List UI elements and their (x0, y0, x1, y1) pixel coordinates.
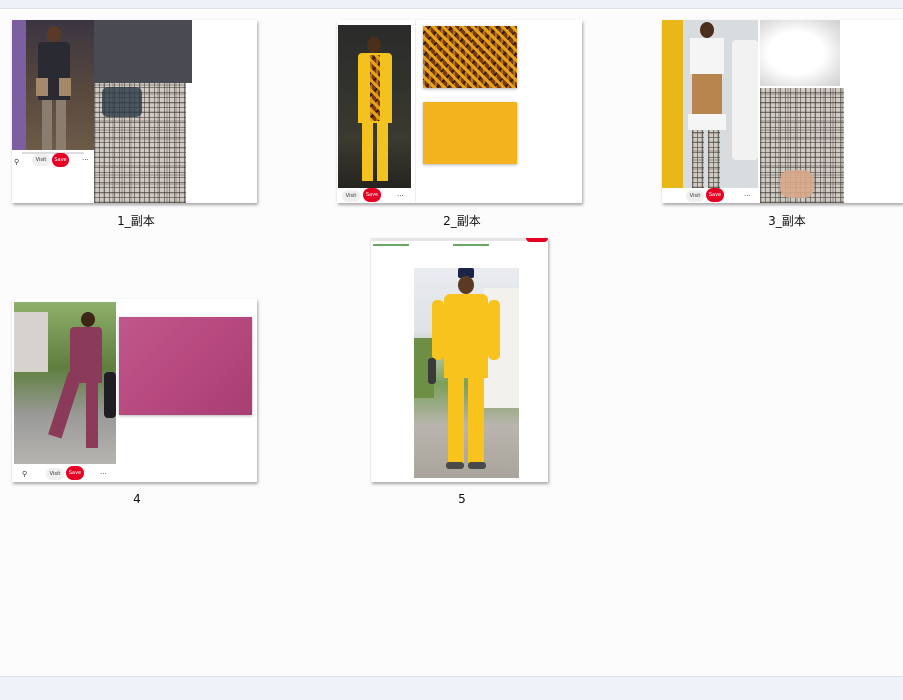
file-thumbnail[interactable]: Visit Save ··· (337, 20, 582, 203)
more-icon[interactable]: ··· (82, 156, 89, 164)
visit-button[interactable]: Visit (32, 154, 50, 166)
visit-button[interactable]: Visit (686, 190, 704, 202)
person-photo (338, 25, 411, 190)
file-thumbnail[interactable]: ⚲ Visit Save ··· (12, 299, 257, 482)
visit-button[interactable]: Visit (46, 468, 64, 480)
person-photo (414, 268, 519, 478)
visit-button[interactable]: Visit (342, 190, 360, 202)
white-mannequin-photo (760, 20, 840, 86)
person-photo (662, 20, 758, 188)
save-button[interactable]: Save (52, 153, 69, 167)
pin-action-bar: ⚲ Visit Save ··· (12, 150, 94, 203)
file-name[interactable]: 2_副本 (426, 212, 498, 229)
file-thumbnail[interactable]: ⚲ Visit Save ··· (12, 20, 257, 203)
status-bar (0, 676, 903, 700)
more-icon[interactable]: ··· (100, 470, 107, 478)
pin-action-bar: Visit Save ··· (337, 188, 414, 203)
more-icon[interactable]: ··· (744, 192, 751, 200)
file-name[interactable]: 3_副本 (751, 212, 823, 229)
file-name[interactable]: 4 (117, 492, 157, 506)
top-toolbar-strip (0, 0, 903, 9)
file-name[interactable]: 1_副本 (100, 212, 172, 229)
user-icon: ⚲ (22, 470, 28, 478)
save-button[interactable]: Save (363, 188, 381, 202)
charcoal-fabric-swatch (94, 20, 192, 83)
more-icon[interactable]: ··· (397, 192, 404, 200)
file-name[interactable]: 5 (442, 492, 482, 506)
file-thumbnail[interactable]: Visit Save ··· (662, 20, 903, 203)
magenta-fabric-swatch (119, 317, 252, 415)
yellow-fabric-swatch (423, 102, 517, 164)
person-photo (14, 302, 116, 464)
pin-action-bar: Visit Save ··· (662, 188, 758, 203)
person-photo (12, 20, 94, 150)
save-button[interactable]: Save (706, 188, 724, 202)
save-button[interactable]: Save (66, 466, 84, 480)
user-icon: ⚲ (14, 158, 20, 166)
pin-action-bar: ⚲ Visit Save ··· (12, 464, 116, 482)
kente-fabric-swatch (423, 26, 517, 88)
file-thumbnail[interactable] (371, 238, 548, 482)
